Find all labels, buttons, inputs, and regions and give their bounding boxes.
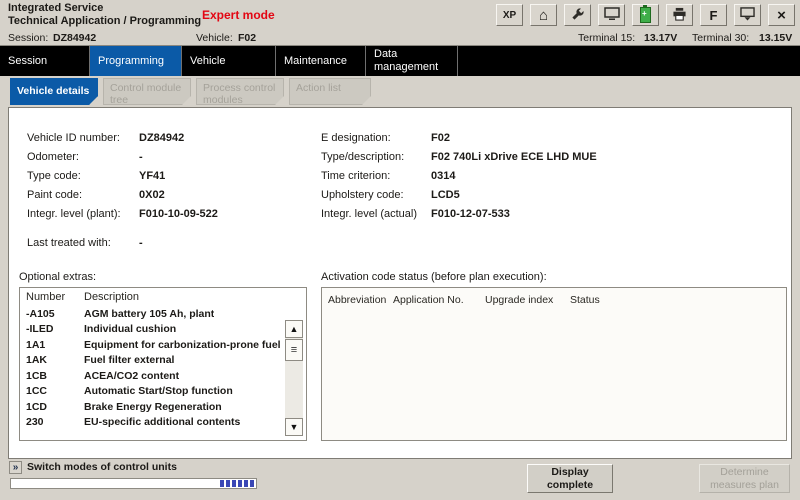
field-upholstery-code: Upholstery code:LCD5 bbox=[321, 189, 786, 208]
table-row: 1AKFuel filter external bbox=[20, 353, 306, 369]
session-value: DZ84942 bbox=[53, 32, 96, 44]
optional-extras-title: Optional extras: bbox=[19, 271, 96, 283]
scrollbar-thumb[interactable]: ≡ bbox=[285, 339, 303, 361]
extras-scrollbar[interactable]: ▲ ≡ ▼ bbox=[285, 320, 303, 436]
subtab-action-list[interactable]: Action list bbox=[289, 78, 371, 105]
extras-col-number: Number bbox=[20, 291, 84, 303]
table-row: 1CDBrake Energy Regeneration bbox=[20, 399, 306, 415]
session-label: Session: bbox=[8, 32, 48, 44]
extras-header-row: Number Description bbox=[20, 288, 306, 306]
devices-button[interactable] bbox=[598, 4, 625, 26]
field-integr-level-plant: Integr. level (plant):F010-10-09-522 bbox=[27, 208, 312, 227]
field-type-code: Type code:YF41 bbox=[27, 170, 312, 189]
field-last-treated: Last treated with:- bbox=[27, 237, 312, 256]
terminal15-value: 13.17V bbox=[644, 32, 677, 44]
table-row: 1A1Equipment for carbonization-prone fue… bbox=[20, 337, 306, 353]
tab-maintenance[interactable]: Maintenance bbox=[276, 46, 366, 76]
field-vehicle-id: Vehicle ID number:DZ84942 bbox=[27, 132, 312, 151]
expand-status-button[interactable]: » bbox=[9, 461, 22, 474]
tab-data-management[interactable]: Data management bbox=[366, 46, 458, 76]
scroll-down-icon: ▼ bbox=[290, 422, 299, 432]
tab-programming[interactable]: Programming bbox=[90, 46, 182, 76]
app-title-line1: Integrated Service bbox=[8, 2, 103, 14]
determine-measures-plan-button[interactable]: Determine measures plan bbox=[699, 464, 790, 493]
tab-session[interactable]: Session bbox=[0, 46, 90, 76]
tab-vehicle[interactable]: Vehicle bbox=[182, 46, 276, 76]
expand-icon: » bbox=[13, 463, 19, 473]
titlebar-toolbar: XP ⌂ F × bbox=[496, 4, 795, 26]
f-icon: F bbox=[710, 9, 718, 22]
menu-bar-filler bbox=[458, 46, 800, 76]
vehicle-fields-right: E designation:F02 Type/description:F02 7… bbox=[321, 132, 786, 227]
footer-status-text: Switch modes of control units bbox=[27, 461, 177, 473]
expert-mode-label: Expert mode bbox=[202, 8, 275, 22]
scroll-up-icon: ▲ bbox=[290, 324, 299, 334]
scroll-up-button[interactable]: ▲ bbox=[285, 320, 303, 338]
activation-status-table: Abbreviation Application No. Upgrade ind… bbox=[321, 287, 787, 441]
scroll-down-button[interactable]: ▼ bbox=[285, 418, 303, 436]
activation-header-row: Abbreviation Application No. Upgrade ind… bbox=[322, 288, 786, 306]
table-row: 1CBACEA/CO2 content bbox=[20, 368, 306, 384]
home-button[interactable]: ⌂ bbox=[530, 4, 557, 26]
monitor-icon bbox=[604, 7, 620, 24]
minimize-icon bbox=[740, 7, 755, 24]
field-type-description: Type/description:F02 740Li xDrive ECE LH… bbox=[321, 151, 786, 170]
xp-button[interactable]: XP bbox=[496, 4, 523, 26]
table-row: 230EU-specific additional contents bbox=[20, 415, 306, 431]
vehicle-details-panel: Vehicle ID number:DZ84942 Odometer:- Typ… bbox=[8, 107, 792, 459]
battery-status-button[interactable] bbox=[632, 4, 659, 26]
xp-icon: XP bbox=[503, 10, 516, 21]
close-icon: × bbox=[777, 8, 786, 23]
field-paint-code: Paint code:0X02 bbox=[27, 189, 312, 208]
minimize-button[interactable] bbox=[734, 4, 761, 26]
terminal30-value: 13.15V bbox=[759, 32, 792, 44]
activation-col-abbreviation: Abbreviation bbox=[322, 294, 393, 306]
vehicle-value: F02 bbox=[238, 32, 256, 44]
battery-icon bbox=[640, 7, 651, 23]
activation-status-title: Activation code status (before plan exec… bbox=[321, 271, 547, 283]
sub-tab-bar: Vehicle details Control module tree Proc… bbox=[10, 78, 371, 105]
terminal15-label: Terminal 15: bbox=[578, 32, 635, 44]
main-menu-bar: Session Programming Vehicle Maintenance … bbox=[0, 46, 800, 76]
grip-icon: ≡ bbox=[291, 344, 297, 356]
close-button[interactable]: × bbox=[768, 4, 795, 26]
field-time-criterion: Time criterion:0314 bbox=[321, 170, 786, 189]
progress-segments bbox=[220, 480, 254, 487]
vehicle-label: Vehicle: bbox=[196, 32, 233, 44]
activation-col-upgrade: Upgrade index bbox=[485, 294, 570, 306]
activation-col-status: Status bbox=[570, 294, 630, 306]
wrench-icon bbox=[571, 7, 585, 24]
extras-col-description: Description bbox=[84, 291, 139, 303]
printer-icon bbox=[672, 7, 687, 24]
footer-bar: » Switch modes of control units Display … bbox=[0, 459, 800, 500]
subtab-vehicle-details[interactable]: Vehicle details bbox=[10, 78, 98, 105]
progress-bar bbox=[10, 478, 257, 489]
session-bar: Session: DZ84942 Vehicle: F02 Terminal 1… bbox=[0, 30, 800, 46]
field-integr-level-actual: Integr. level (actual)F010-12-07-533 bbox=[321, 208, 786, 227]
workshop-button[interactable] bbox=[564, 4, 591, 26]
table-row: -A105AGM battery 105 Ah, plant bbox=[20, 306, 306, 322]
title-bar: Integrated Service Technical Application… bbox=[0, 0, 800, 30]
table-row: 1CCAutomatic Start/Stop function bbox=[20, 384, 306, 400]
f-document-button[interactable]: F bbox=[700, 4, 727, 26]
subtab-process-control-modules[interactable]: Process control modules bbox=[196, 78, 284, 105]
table-row: -ILEDIndividual cushion bbox=[20, 322, 306, 338]
field-e-designation: E designation:F02 bbox=[321, 132, 786, 151]
print-button[interactable] bbox=[666, 4, 693, 26]
app-title-line2: Technical Application / Programming bbox=[8, 15, 201, 27]
home-icon: ⌂ bbox=[539, 8, 548, 23]
terminal30-label: Terminal 30: bbox=[692, 32, 749, 44]
subtab-control-module-tree[interactable]: Control module tree bbox=[103, 78, 191, 105]
field-odometer: Odometer:- bbox=[27, 151, 312, 170]
optional-extras-table: Number Description -A105AGM battery 105 … bbox=[19, 287, 307, 441]
vehicle-fields-left: Vehicle ID number:DZ84942 Odometer:- Typ… bbox=[27, 132, 312, 256]
display-complete-button[interactable]: Display complete bbox=[527, 464, 613, 493]
activation-col-application: Application No. bbox=[393, 294, 485, 306]
